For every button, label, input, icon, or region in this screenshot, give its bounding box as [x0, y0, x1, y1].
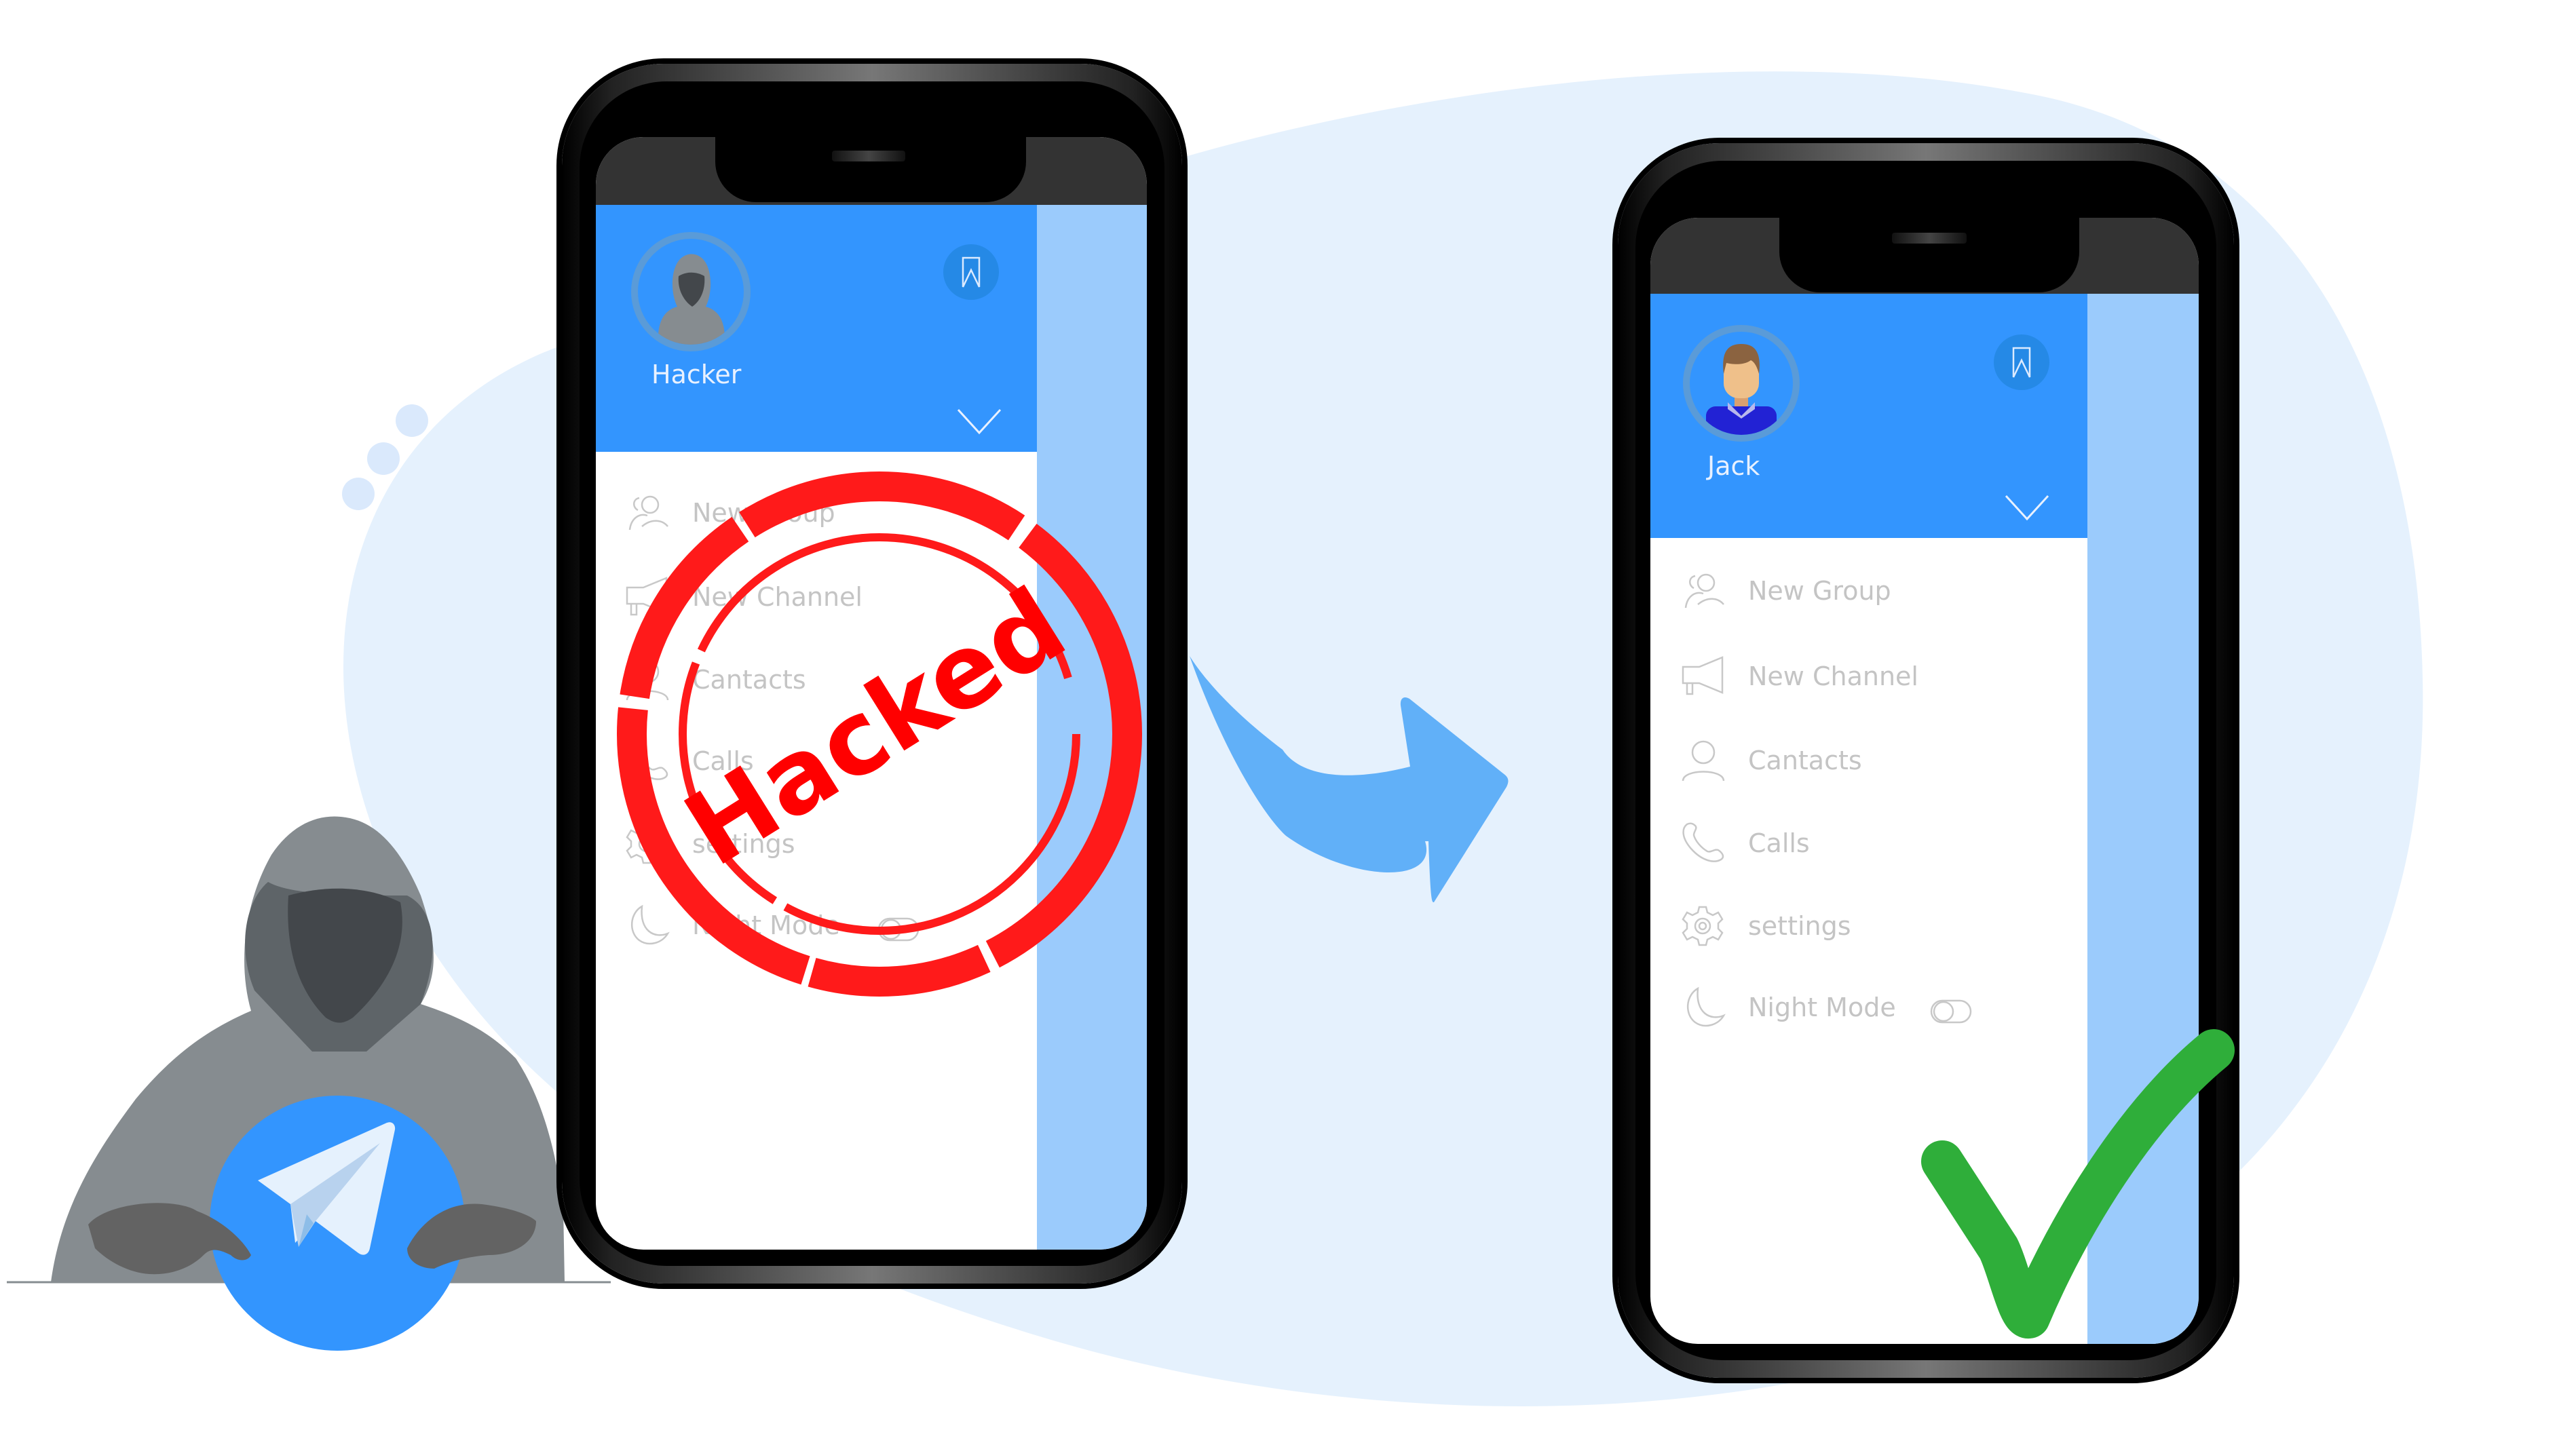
menu-label: Calls [1748, 828, 1810, 858]
hooded-avatar-icon [658, 254, 725, 345]
hacked-phone: Hacker New Group New Channel Cantacts Ca… [562, 64, 1182, 1284]
menu-item-new-group[interactable]: New Group [1680, 571, 1891, 611]
chevron-down-icon[interactable] [2003, 492, 2051, 523]
user-avatar-icon [1706, 344, 1777, 435]
menu-label: settings [1748, 911, 1851, 941]
hacked-phone-screen: Hacker New Group New Channel Cantacts Ca… [596, 137, 1147, 1250]
saved-messages-button[interactable] [943, 244, 999, 300]
menu-item-night-mode[interactable]: Night Mode [1680, 986, 1896, 1029]
bookmark-icon [2012, 347, 2031, 378]
recovered-phone-screen: Jack New Group New Channel Cantacts Call… [1650, 218, 2199, 1344]
hacker-avatar[interactable] [631, 232, 751, 351]
moon-icon [1686, 986, 1726, 1027]
notch [1779, 218, 2079, 292]
menu-label: Night Mode [1748, 993, 1896, 1022]
drawer-header: Jack [1650, 294, 2087, 538]
menu-item-contacts[interactable]: Cantacts [1680, 739, 1862, 782]
drawer-header: Hacker [596, 205, 1037, 452]
notch [715, 137, 1026, 202]
user-name: Jack [1707, 451, 1760, 481]
jack-avatar[interactable] [1683, 325, 1800, 442]
recovered-phone: Jack New Group New Channel Cantacts Call… [1618, 143, 2234, 1378]
saved-messages-button[interactable] [1994, 334, 2049, 390]
menu-label: Cantacts [1748, 746, 1862, 775]
menu-item-calls[interactable]: Calls [1680, 822, 1810, 865]
user-name: Hacker [651, 360, 742, 389]
stamp-text: Hacked [666, 566, 1085, 889]
hacked-stamp: Hacked [617, 471, 1142, 997]
gear-icon [1682, 906, 1724, 946]
contact-icon [1682, 740, 1725, 782]
speaker [832, 151, 905, 161]
phone-icon [1682, 822, 1724, 862]
megaphone-icon [1682, 656, 1724, 695]
menu-item-settings[interactable]: settings [1680, 904, 1851, 948]
menu-label: New Channel [1748, 661, 1918, 691]
night-mode-toggle[interactable] [1930, 998, 1973, 1025]
bookmark-icon [962, 256, 981, 288]
speaker [1892, 233, 1967, 244]
drawer-backdrop [2087, 294, 2199, 1344]
chevron-down-icon[interactable] [955, 406, 1003, 437]
new-group-icon [1684, 573, 1724, 609]
menu-label: New Group [1748, 576, 1891, 606]
menu-item-new-channel[interactable]: New Channel [1680, 655, 1918, 698]
